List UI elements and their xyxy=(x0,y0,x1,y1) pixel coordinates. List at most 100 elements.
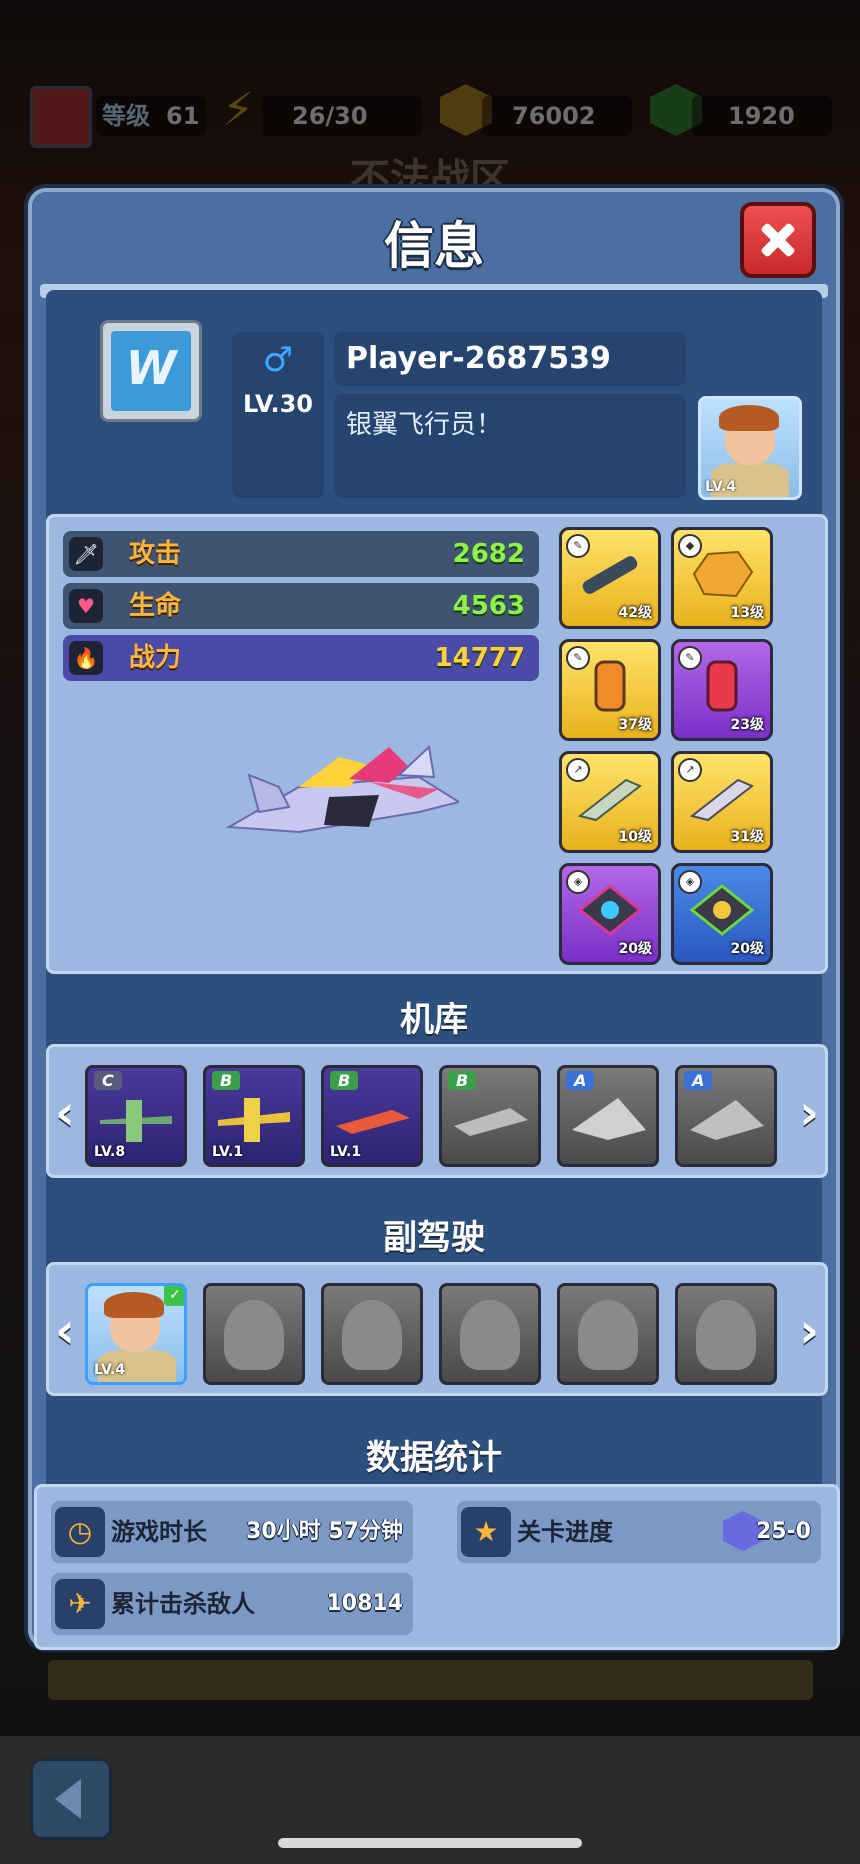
drone-icon xyxy=(689,778,754,822)
player-signature: 银翼飞行员！ xyxy=(346,410,503,440)
hangar-plane-card[interactable]: B LV.1 xyxy=(203,1065,305,1167)
copilot-level: LV.4 xyxy=(705,479,737,495)
copilot-portrait-icon xyxy=(460,1300,520,1370)
stage-progress-row: ★ 关卡进度 25-0 xyxy=(457,1501,821,1563)
home-indicator[interactable] xyxy=(278,1838,582,1848)
hangar-plane-card-locked[interactable]: A xyxy=(557,1065,659,1167)
plane-icon xyxy=(100,1100,172,1142)
armor-icon xyxy=(692,550,754,598)
equipment-slot-cannon[interactable]: ✎ 42级 xyxy=(559,527,661,629)
copilot-card-selected[interactable]: ✓ LV.4 xyxy=(85,1283,187,1385)
close-button[interactable] xyxy=(740,202,816,278)
stat-label: 生命 xyxy=(129,591,182,621)
clock-icon: ◷ xyxy=(55,1507,105,1557)
avatar-logo-bg: W xyxy=(111,331,191,411)
dialog-title: 信息 xyxy=(384,217,484,275)
equipment-level: 20级 xyxy=(730,941,764,957)
signature-box: 银翼飞行员！ xyxy=(334,394,686,498)
player-avatar[interactable]: W xyxy=(100,320,202,422)
player-plane-model[interactable] xyxy=(219,717,459,847)
equipment-slot-canister-2[interactable]: ✎ 23级 xyxy=(671,639,773,741)
plane-icon xyxy=(336,1110,410,1134)
plane-icon xyxy=(218,1098,290,1142)
hangar-plane-card[interactable]: C LV.8 xyxy=(85,1065,187,1167)
equipment-level: 10级 xyxy=(618,829,652,845)
copilot-portrait-icon xyxy=(342,1300,402,1370)
stat-value: 4563 xyxy=(452,591,525,621)
equipment-level: 31级 xyxy=(730,829,764,845)
back-arrow-icon xyxy=(55,1779,81,1819)
plane-icon xyxy=(690,1100,764,1140)
equipment-level: 37级 xyxy=(618,717,652,733)
chip-icon xyxy=(577,884,643,936)
star-icon: ★ xyxy=(461,1507,511,1557)
stat-value: 2682 xyxy=(452,539,525,569)
plane-rank: B xyxy=(330,1071,359,1090)
hangar-plane-card[interactable]: B LV.1 xyxy=(321,1065,423,1167)
copilot-card-locked[interactable] xyxy=(557,1283,659,1385)
chip-icon xyxy=(689,884,755,936)
player-name: Player-2687539 xyxy=(346,341,611,376)
hangar-plane-card-locked[interactable]: B xyxy=(439,1065,541,1167)
info-dialog: 信息 W ♂ LV.30 Player-2687539 银翼飞行员！ LV.4 … xyxy=(28,188,840,1650)
selected-check-icon: ✓ xyxy=(164,1286,184,1306)
copilot-prev-arrow-icon[interactable]: ‹ xyxy=(55,1303,75,1359)
equipment-slot-drone-2[interactable]: ↗ 31级 xyxy=(671,751,773,853)
w-logo-icon: W xyxy=(125,341,177,395)
back-button[interactable] xyxy=(30,1758,112,1840)
copilot-card-locked[interactable] xyxy=(203,1283,305,1385)
player-name-box: Player-2687539 xyxy=(334,332,686,386)
copilot-level: LV.4 xyxy=(94,1362,126,1378)
active-copilot-portrait[interactable]: LV.4 xyxy=(698,396,802,500)
equipment-level: 42级 xyxy=(618,605,652,621)
plane-level: LV.8 xyxy=(94,1144,126,1160)
copilot-hair xyxy=(719,405,779,431)
canister-icon xyxy=(594,660,626,712)
equipment-slot-chip[interactable]: ◈ 20级 xyxy=(559,863,661,965)
equipment-slot-drone[interactable]: ↗ 10级 xyxy=(559,751,661,853)
equipment-slot-armor[interactable]: ◆ 13级 xyxy=(671,527,773,629)
plane-rank: C xyxy=(94,1071,122,1090)
stat-label: 战力 xyxy=(129,643,182,673)
data-stats-title: 数据统计 xyxy=(366,1438,502,1478)
stat-value: 14777 xyxy=(434,643,525,673)
playtime-row: ◷ 游戏时长 30小时 57分钟 xyxy=(51,1501,413,1563)
copilot-portrait-icon xyxy=(696,1300,756,1370)
hangar-title: 机库 xyxy=(400,1000,468,1040)
hangar-prev-arrow-icon[interactable]: ‹ xyxy=(55,1085,75,1141)
plane-rank: B xyxy=(212,1071,241,1090)
plane-rank: A xyxy=(684,1071,713,1090)
copilot-card-locked[interactable] xyxy=(321,1283,423,1385)
progress-label: 关卡进度 xyxy=(517,1518,613,1546)
plane-icon xyxy=(454,1108,528,1136)
equipment-slot-canister[interactable]: ✎ 37级 xyxy=(559,639,661,741)
playtime-value: 30小时 57分钟 xyxy=(246,1519,403,1544)
data-stats-panel: ◷ 游戏时长 30小时 57分钟 ★ 关卡进度 25-0 ✈ 累计击杀敌人 10… xyxy=(34,1484,840,1650)
equipment-slot-chip-2[interactable]: ◈ 20级 xyxy=(671,863,773,965)
kills-value: 10814 xyxy=(326,1591,403,1616)
equipment-level: 13级 xyxy=(730,605,764,621)
stat-row-power: 🔥 战力 14777 xyxy=(63,635,539,681)
kills-row: ✈ 累计击杀敌人 10814 xyxy=(51,1573,413,1635)
copilot-carousel: ‹ ✓ LV.4 › xyxy=(46,1262,828,1396)
playtime-label: 游戏时长 xyxy=(111,1518,207,1546)
progress-value: 25-0 xyxy=(755,1519,811,1544)
player-level: LV.30 xyxy=(243,390,313,418)
copilot-next-arrow-icon[interactable]: › xyxy=(799,1303,819,1359)
copilot-card-locked[interactable] xyxy=(675,1283,777,1385)
cannon-icon xyxy=(582,556,638,594)
plane-level: LV.1 xyxy=(330,1144,362,1160)
drone-icon xyxy=(577,778,642,822)
gender-level-box: ♂ LV.30 xyxy=(232,332,324,498)
plane-rank: B xyxy=(448,1071,477,1090)
stats-panel: 🗡 攻击 2682 ♥ 生命 4563 🔥 战力 14777 ✎ 42级 ◆ 1… xyxy=(46,514,828,974)
plane-level: LV.1 xyxy=(212,1144,244,1160)
equipment-level: 23级 xyxy=(730,717,764,733)
equipment-level: 20级 xyxy=(618,941,652,957)
plane-kill-icon: ✈ xyxy=(55,1579,105,1629)
hangar-plane-card-locked[interactable]: A xyxy=(675,1065,777,1167)
hangar-carousel: ‹ C LV.8 B LV.1 B LV.1 B A A › xyxy=(46,1044,828,1178)
hangar-next-arrow-icon[interactable]: › xyxy=(799,1085,819,1141)
copilot-card-locked[interactable] xyxy=(439,1283,541,1385)
stat-row-hp: ♥ 生命 4563 xyxy=(63,583,539,629)
